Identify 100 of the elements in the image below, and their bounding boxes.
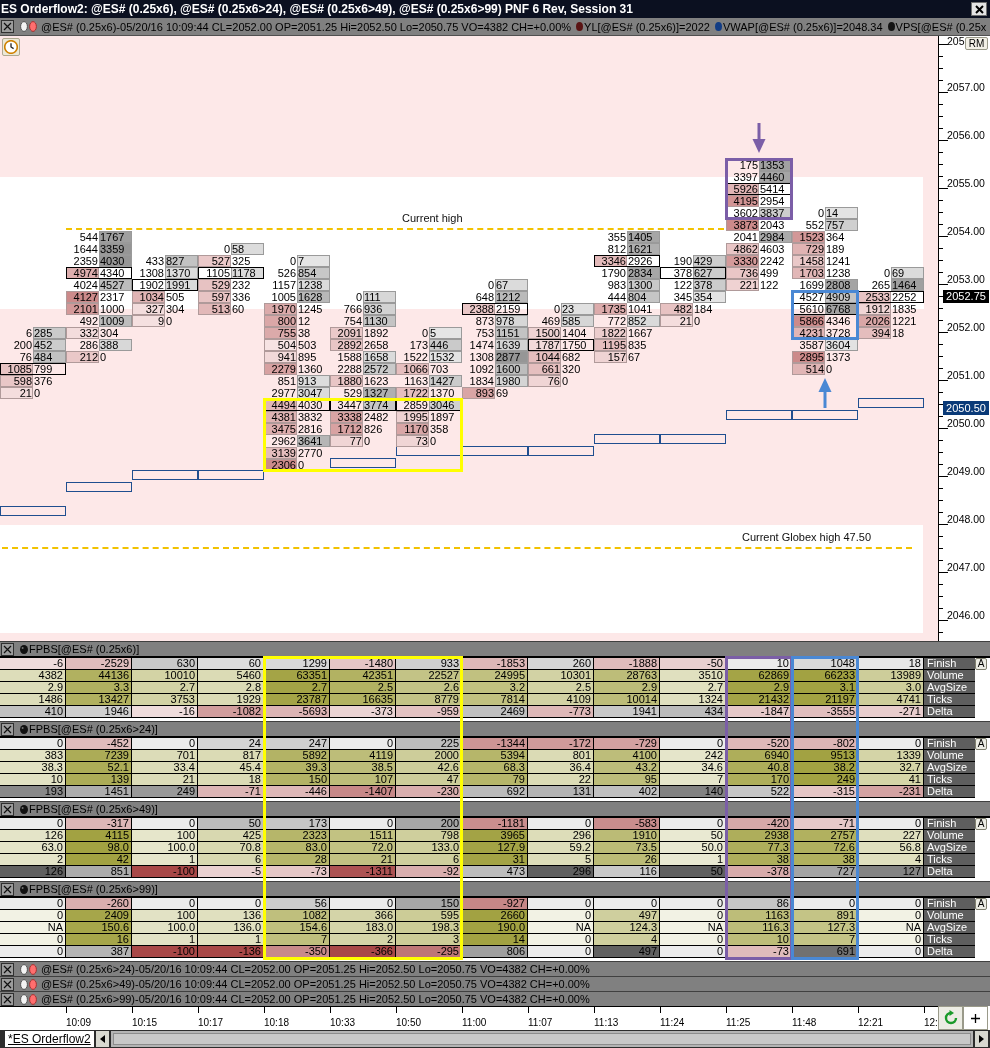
table-cell: 1339 xyxy=(858,750,924,762)
table-cell: -3555 xyxy=(792,706,858,718)
table-cell: 24995 xyxy=(462,670,528,682)
close-button[interactable] xyxy=(1,882,14,896)
panel-title: FPBS[@ES# (0.25x6)] xyxy=(29,642,140,656)
ask-cell: 1300 xyxy=(627,279,660,291)
table-cell: 200 xyxy=(396,818,462,830)
table-cell: 727 xyxy=(792,866,858,878)
price-marker xyxy=(858,398,924,408)
close-button[interactable] xyxy=(1,802,14,816)
ask-cell: 484 xyxy=(33,351,66,363)
time-label: 11:07 xyxy=(528,1017,553,1028)
bid-cell: 76 xyxy=(528,375,561,387)
table-cell: 127 xyxy=(858,866,924,878)
table-cell: -100 xyxy=(132,946,198,958)
table-cell: -50 xyxy=(660,658,726,670)
table-cell: 9513 xyxy=(792,750,858,762)
rm-button[interactable]: RM xyxy=(965,37,988,50)
bid-cell: 21 xyxy=(660,315,693,327)
table-cell: 56 xyxy=(264,898,330,910)
table-cell: 0 xyxy=(0,738,66,750)
table-cell: 0 xyxy=(528,898,594,910)
bid-cell: 1880 xyxy=(330,375,363,387)
table-cell: NA xyxy=(528,922,594,934)
table-cell: 1 xyxy=(660,854,726,866)
a-button[interactable]: A xyxy=(975,818,987,830)
table-cell: -231 xyxy=(858,786,924,798)
table-cell: 62869 xyxy=(726,670,792,682)
table-cell: 473 xyxy=(462,866,528,878)
table-cell: 6 xyxy=(396,854,462,866)
marker-price-label: 2050.50 xyxy=(943,401,989,415)
bid-cell: 1822 xyxy=(594,327,627,339)
table-cell: 2.6 xyxy=(396,682,462,694)
clock-button[interactable] xyxy=(2,38,20,56)
table-cell: 3.3 xyxy=(66,682,132,694)
table-cell: 798 xyxy=(396,830,462,842)
bid-cell: 1195 xyxy=(594,339,627,351)
table-cell: 136 xyxy=(198,910,264,922)
close-button[interactable] xyxy=(1,962,14,976)
close-button[interactable] xyxy=(1,977,14,991)
ask-cell: 1130 xyxy=(363,315,396,327)
tab[interactable]: *ES Orderflow2 xyxy=(5,1031,94,1047)
table-cell: 10014 xyxy=(594,694,660,706)
table-cell: -71 xyxy=(792,818,858,830)
table-cell: 497 xyxy=(594,910,660,922)
table-cell: -100 xyxy=(132,866,198,878)
bid-cell: 2533 xyxy=(858,291,891,303)
close-button[interactable] xyxy=(1,722,14,736)
ask-cell: 1600 xyxy=(495,363,528,375)
bid-cell: 4974 xyxy=(66,267,99,279)
axis-label: 205 xyxy=(947,36,965,47)
table-cell: 136.0 xyxy=(198,922,264,934)
panel-title: FPBS[@ES# (0.25x6>24)] xyxy=(29,722,158,736)
table-cell: -260 xyxy=(66,898,132,910)
a-button[interactable]: A xyxy=(975,658,987,670)
symbol-info-text: @ES# (0.25x6)-05/20/16 10:09:44 CL=2052.00 OP=2051.25 Hi=2052.50 Lo=2050.75 VO=4382 CH=+0.00% xyxy=(41,19,572,34)
ask-cell: 1212 xyxy=(495,291,528,303)
close-button[interactable] xyxy=(1,20,14,33)
bid-cell: 598 xyxy=(0,375,33,387)
close-button[interactable] xyxy=(1,642,14,656)
table-cell: 150.6 xyxy=(66,922,132,934)
ask-cell: 585 xyxy=(561,315,594,327)
close-button[interactable] xyxy=(971,2,987,16)
a-button[interactable]: A xyxy=(975,898,987,910)
table-cell: 47 xyxy=(396,774,462,786)
ask-cell: 757 xyxy=(825,219,858,231)
ask-cell: 1464 xyxy=(891,279,924,291)
ask-cell: 14 xyxy=(825,207,858,219)
table-cell: 18 xyxy=(858,658,924,670)
table-cell: 3965 xyxy=(462,830,528,842)
indicator-text: VWAP[@ES# (0.25x6)]=2048.34 xyxy=(722,19,883,34)
table-cell: 0 xyxy=(528,946,594,958)
table-cell: 21 xyxy=(330,854,396,866)
ask-cell: 354 xyxy=(693,291,726,303)
add-button[interactable] xyxy=(963,1006,988,1030)
table-cell: 13427 xyxy=(66,694,132,706)
table-cell: 5 xyxy=(528,854,594,866)
ask-cell: 58 xyxy=(231,243,264,255)
table-cell: 2.9 xyxy=(594,682,660,694)
table-cell: 701 xyxy=(132,750,198,762)
a-button[interactable]: A xyxy=(975,738,987,750)
table-cell: 0 xyxy=(660,818,726,830)
table-cell: 0 xyxy=(660,946,726,958)
table-cell: 630 xyxy=(132,658,198,670)
table-cell: 1910 xyxy=(594,830,660,842)
bid-cell: 1703 xyxy=(792,267,825,279)
symbol-info-text: @ES# (0.25x6>49)-05/20/16 10:09:44 CL=2052.00 OP=2051.25 Hi=2052.50 Lo=2050.75 VO=4382 CH=+0.00% xyxy=(41,977,590,991)
ask-cell: 23 xyxy=(561,303,594,315)
bid-cell: 212 xyxy=(66,351,99,363)
table-cell: 0 xyxy=(858,818,924,830)
ask-cell: 4030 xyxy=(99,255,132,267)
table-cell: -5693 xyxy=(264,706,330,718)
close-button[interactable] xyxy=(1,992,14,1006)
bid-cell: 893 xyxy=(462,387,495,399)
table-cell: 126 xyxy=(0,866,66,878)
scroll-left-button[interactable] xyxy=(95,1031,109,1047)
ask-cell: 827 xyxy=(165,255,198,267)
scroll-right-button[interactable] xyxy=(975,1031,988,1047)
table-cell: 133.0 xyxy=(396,842,462,854)
table-cell: -73 xyxy=(726,946,792,958)
